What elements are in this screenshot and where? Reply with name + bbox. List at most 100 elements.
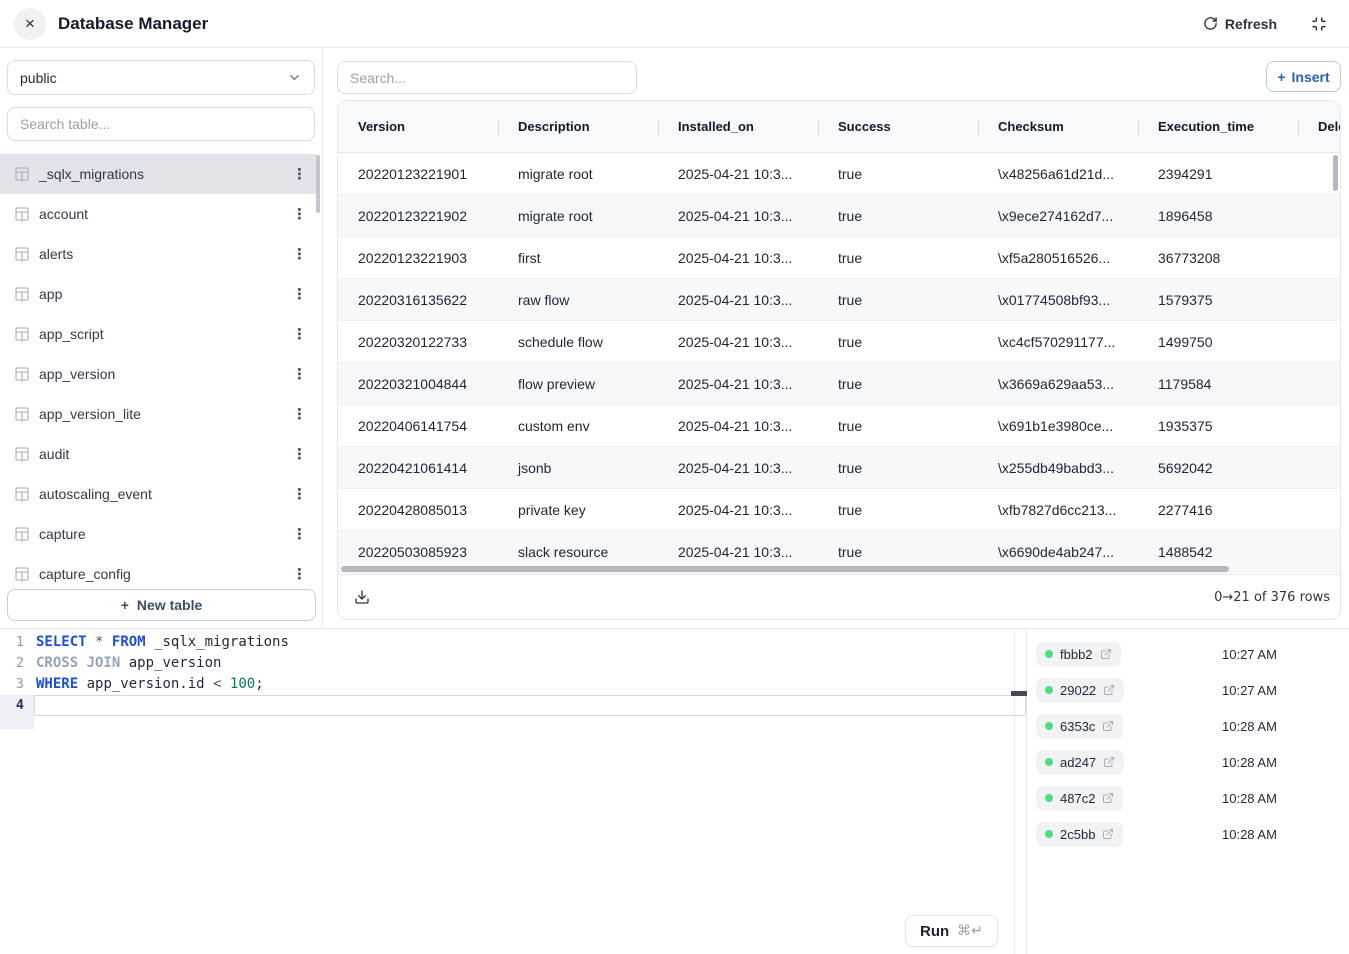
gutter-tail — [0, 716, 34, 729]
kebab-menu-icon[interactable]: ⋮ — [292, 405, 307, 423]
kebab-menu-icon[interactable]: ⋮ — [292, 325, 307, 343]
kebab-menu-icon[interactable]: ⋮ — [292, 165, 307, 183]
history-query-pill[interactable]: ad247 — [1036, 750, 1124, 775]
table-cell: \x01774508bf93... — [978, 292, 1138, 308]
refresh-icon — [1203, 16, 1218, 31]
table-row[interactable]: 20220428085013private key2025-04-21 10:3… — [338, 489, 1340, 531]
kebab-menu-icon[interactable]: ⋮ — [292, 245, 307, 263]
editor-scroll-thumb[interactable] — [1011, 691, 1027, 696]
external-link-icon[interactable] — [1103, 684, 1115, 696]
table-cell: 1488542 — [1138, 544, 1298, 560]
external-link-icon[interactable] — [1100, 648, 1112, 660]
vertical-scrollbar[interactable] — [1333, 155, 1338, 191]
insert-button[interactable]: + Insert — [1266, 61, 1341, 92]
column-separator — [818, 119, 819, 135]
table-row[interactable]: 20220421061414jsonb2025-04-21 10:3...tru… — [338, 447, 1340, 489]
schema-select[interactable]: public — [7, 60, 315, 95]
kebab-menu-icon[interactable]: ⋮ — [292, 205, 307, 223]
external-link-icon[interactable] — [1102, 828, 1114, 840]
sidebar-scrollbar[interactable] — [316, 155, 320, 213]
close-button[interactable]: × — [14, 8, 46, 40]
sidebar-item-capture[interactable]: capture⋮ — [0, 514, 317, 554]
horizontal-scrollbar[interactable] — [341, 566, 1229, 572]
sidebar-item-app_version_lite[interactable]: app_version_lite ⋮ — [0, 394, 317, 434]
kebab-menu-icon[interactable]: ⋮ — [292, 525, 307, 543]
kebab-menu-icon[interactable]: ⋮ — [292, 285, 307, 303]
kebab-menu-icon[interactable]: ⋮ — [292, 565, 307, 583]
column-header[interactable]: Installed_on — [658, 119, 818, 134]
sidebar-item-account[interactable]: account⋮ — [0, 194, 317, 234]
run-shortcut-hint: ⌘↵ — [957, 923, 983, 939]
table-name-label: capture_config — [39, 566, 131, 582]
column-header[interactable]: Checksum — [978, 119, 1138, 134]
column-header[interactable]: Description — [498, 119, 658, 134]
column-header[interactable]: Execution_time — [1138, 119, 1298, 134]
external-link-icon[interactable] — [1103, 756, 1115, 768]
history-query-pill[interactable]: fbbb2 — [1036, 642, 1121, 667]
kebab-menu-icon[interactable]: ⋮ — [292, 445, 307, 463]
table-row[interactable]: 20220123221903first2025-04-21 10:3...tru… — [338, 237, 1340, 279]
external-link-icon[interactable] — [1102, 792, 1114, 804]
history-item: ad24710:28 AM — [1027, 744, 1349, 780]
table-row[interactable]: 20220320122733schedule flow2025-04-21 10… — [338, 321, 1340, 363]
query-id-label: 6353c — [1060, 719, 1095, 734]
sidebar-item-autoscaling_event[interactable]: autoscaling_event⋮ — [0, 474, 317, 514]
table-cell: 2025-04-21 10:3... — [658, 376, 818, 392]
table-row[interactable]: 20220321004844flow preview2025-04-21 10:… — [338, 363, 1340, 405]
table-cell: custom env — [498, 418, 658, 434]
code-line[interactable]: 3WHERE app_version.id < 100; — [0, 674, 1026, 695]
column-header[interactable]: Version — [338, 119, 498, 134]
table-cell: 1579375 — [1138, 292, 1298, 308]
table-name-label: app_script — [39, 326, 104, 342]
table-row[interactable]: 20220123221901migrate root2025-04-21 10:… — [338, 153, 1340, 195]
query-id-label: ad247 — [1060, 755, 1096, 770]
grid-search-input[interactable] — [337, 61, 637, 94]
table-cell: 20220123221901 — [338, 166, 498, 182]
kebab-menu-icon[interactable]: ⋮ — [292, 365, 307, 383]
insert-label: Insert — [1292, 69, 1330, 85]
history-query-pill[interactable]: 29022 — [1036, 678, 1124, 703]
table-cell: true — [818, 208, 978, 224]
table-cell: 1499750 — [1138, 334, 1298, 350]
sidebar-item-audit[interactable]: audit⋮ — [0, 434, 317, 474]
sidebar-item-app_script[interactable]: app_script ⋮ — [0, 314, 317, 354]
code-line[interactable]: 2CROSS JOIN app_version — [0, 653, 1026, 674]
sidebar-item-capture_config[interactable]: capture_config ⋮ — [0, 554, 317, 589]
code-content: WHERE app_version.id < 100; — [34, 674, 1026, 695]
table-cell: true — [818, 502, 978, 518]
sidebar-item-_sqlx_migrations[interactable]: _sqlx_migrations⋮ — [0, 154, 317, 194]
table-cell: 5692042 — [1138, 460, 1298, 476]
code-line[interactable]: 4 — [0, 695, 1026, 716]
history-query-pill[interactable]: 2c5bb — [1036, 822, 1123, 847]
external-link-icon[interactable] — [1102, 720, 1114, 732]
table-cell: 36773208 — [1138, 250, 1298, 266]
new-table-button[interactable]: + New table — [7, 589, 316, 621]
column-separator — [978, 119, 979, 135]
code-line[interactable]: 1SELECT * FROM _sqlx_migrations — [0, 632, 1026, 653]
table-cell: 20220320122733 — [338, 334, 498, 350]
sql-editor[interactable]: 1SELECT * FROM _sqlx_migrations2CROSS JO… — [0, 629, 1027, 954]
table-name-label: app_version_lite — [39, 406, 141, 422]
table-row[interactable]: 20220123221902migrate root2025-04-21 10:… — [338, 195, 1340, 237]
table-row[interactable]: 20220406141754custom env2025-04-21 10:3.… — [338, 405, 1340, 447]
sidebar-item-alerts[interactable]: alerts⋮ — [0, 234, 317, 274]
table-cell: 20220421061414 — [338, 460, 498, 476]
minimize-button[interactable] — [1311, 16, 1327, 32]
column-header[interactable]: Success — [818, 119, 978, 134]
table-cell: migrate root — [498, 166, 658, 182]
refresh-button[interactable]: Refresh — [1203, 16, 1277, 32]
run-button[interactable]: Run ⌘↵ — [905, 915, 998, 947]
minimize-icon — [1311, 16, 1327, 32]
kebab-menu-icon[interactable]: ⋮ — [292, 485, 307, 503]
history-query-pill[interactable]: 6353c — [1036, 714, 1123, 739]
table-search-input[interactable] — [7, 107, 315, 141]
column-header[interactable]: Dele — [1298, 119, 1341, 134]
history-query-pill[interactable]: 487c2 — [1036, 786, 1123, 811]
sidebar-item-app_version[interactable]: app_version⋮ — [0, 354, 317, 394]
chevron-down-icon — [287, 70, 302, 85]
plus-icon: + — [121, 597, 129, 613]
download-button[interactable] — [354, 589, 370, 605]
table-cell: 2394291 — [1138, 166, 1298, 182]
table-row[interactable]: 20220316135622raw flow2025-04-21 10:3...… — [338, 279, 1340, 321]
sidebar-item-app[interactable]: app⋮ — [0, 274, 317, 314]
